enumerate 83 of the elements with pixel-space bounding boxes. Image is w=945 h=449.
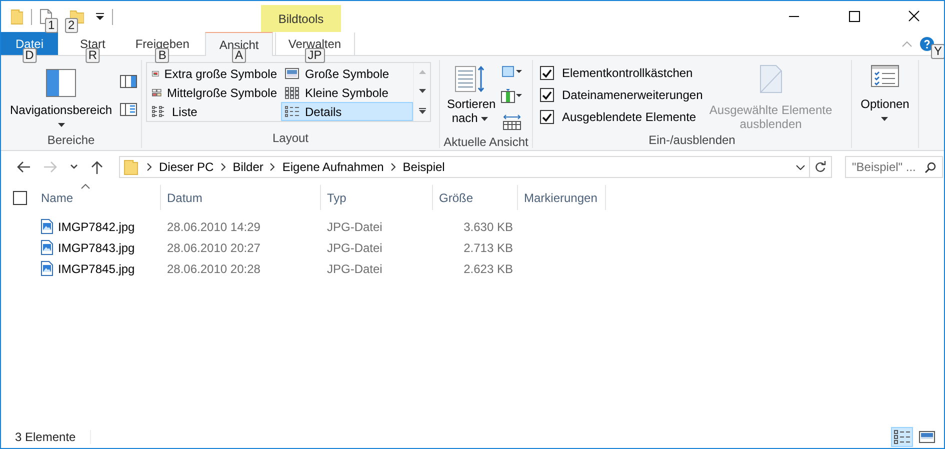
chevron-down-icon	[796, 164, 804, 170]
breadcrumb[interactable]: Dieser PC	[155, 157, 218, 177]
group-title: Bereiche	[46, 132, 96, 148]
keytip: 1	[45, 18, 58, 33]
checkbox-box[interactable]	[540, 66, 554, 80]
table-cell-text: JPG-Datei	[326, 220, 384, 234]
layout-option[interactable]: Mittelgroße Symbole	[148, 83, 281, 102]
tab-group-label: Bildtools	[261, 5, 341, 32]
file-name[interactable]: IMGP7843.jpg	[35, 240, 161, 255]
table-cell-text: 28.06.2010 20:28	[166, 262, 262, 276]
chevron-icon[interactable]	[147, 163, 152, 171]
search-icon	[925, 162, 936, 172]
chevron-icon[interactable]	[220, 163, 226, 171]
group-title: Layout	[271, 130, 310, 147]
keytip: 2	[65, 18, 78, 33]
folder-icon	[124, 159, 138, 175]
options-button[interactable]: Optionen	[855, 60, 915, 148]
file-name[interactable]: IMGP7845.jpg	[35, 261, 161, 276]
column-header[interactable]: Größe	[433, 185, 518, 210]
options-list-icon	[871, 65, 899, 87]
group-title: Aktuelle Ansicht	[442, 134, 530, 150]
keytip: JP	[304, 48, 325, 63]
pane-layout-icon	[46, 69, 76, 97]
refresh-icon	[815, 161, 826, 173]
layout-option[interactable]: Liste	[148, 102, 281, 121]
file-name[interactable]: IMGP7842.jpg	[35, 219, 161, 234]
sort-by-button[interactable]: Sortieren nach	[444, 60, 496, 134]
checkbox[interactable]: Dateinamenerweiterungen	[539, 87, 704, 103]
chevron-icon[interactable]	[270, 163, 276, 171]
breadcrumb[interactable]: Bilder	[228, 157, 268, 177]
scroll-down-icon[interactable]	[418, 88, 426, 93]
image-file-icon	[41, 261, 53, 276]
keytip: Y	[930, 44, 944, 59]
checkbox-box[interactable]	[540, 110, 554, 124]
chevron-icon[interactable]	[390, 163, 396, 171]
caret-icon	[881, 116, 888, 121]
table-cell-text: JPG-Datei	[326, 262, 384, 276]
checkbox[interactable]: Elementkontrollkästchen	[539, 65, 704, 81]
search-field[interactable]: "Beispiel" ...	[845, 156, 943, 178]
keytip: A	[232, 48, 246, 63]
layout-option[interactable]: Kleine Symbole	[281, 83, 413, 102]
address-bar[interactable]: Dieser PC Bilder Eigene Aufnahmen Beispiel	[119, 156, 832, 178]
group-title: Ein-/ausblenden	[648, 132, 736, 148]
column-header[interactable]: Name	[35, 185, 161, 210]
caret-icon	[481, 116, 488, 121]
breadcrumb[interactable]: Eigene Aufnahmen	[278, 157, 388, 177]
keytip: R	[85, 48, 100, 63]
column-header[interactable]: Markierungen	[518, 185, 606, 210]
item-count: 3 Elemente	[15, 430, 91, 444]
column-header[interactable]: Typ	[321, 185, 433, 210]
document-icon	[760, 65, 782, 93]
table-cell-text: JPG-Datei	[326, 240, 384, 254]
checkbox[interactable]: Ausgeblendete Elemente	[539, 109, 704, 125]
details-view-button[interactable]	[891, 427, 913, 447]
details-list-icon	[285, 106, 300, 118]
up-arrow-icon	[90, 160, 104, 174]
navigation-pane-button[interactable]: Navigationsbereich	[1, 64, 116, 132]
table-cell-text: 2.713 KB	[462, 240, 514, 254]
caret-icon	[58, 122, 65, 127]
grid-icon	[285, 86, 300, 98]
layout-option[interactable]: Große Symbole	[281, 64, 413, 83]
right-arrow-icon	[44, 160, 58, 174]
table-cell-text: 28.06.2010 20:27	[166, 240, 262, 254]
table-cell-text: 2.623 KB	[462, 262, 514, 276]
list-icon	[152, 106, 167, 118]
select-all-checkbox[interactable]	[13, 190, 27, 204]
breadcrumb[interactable]: Beispiel	[398, 157, 449, 177]
keytip: D	[22, 48, 37, 63]
column-header[interactable]: Datum	[161, 185, 321, 210]
image-file-icon	[41, 219, 53, 234]
grid-icon	[152, 86, 162, 98]
table-cell-text: 28.06.2010 14:29	[166, 220, 262, 234]
layout-option[interactable]: Extra große Symbole	[148, 64, 281, 83]
image-file-icon	[41, 240, 53, 255]
layout-option[interactable]: Details	[281, 102, 413, 121]
keytip: B	[155, 48, 170, 63]
left-arrow-icon	[16, 160, 30, 174]
checkbox-box[interactable]	[540, 88, 554, 102]
sort-table-icon	[455, 65, 485, 93]
dropdown-icon[interactable]	[96, 12, 104, 20]
expand-gallery-icon[interactable]	[418, 108, 426, 114]
landscape-icon	[285, 68, 300, 80]
table-cell-text: 3.630 KB	[462, 220, 514, 234]
